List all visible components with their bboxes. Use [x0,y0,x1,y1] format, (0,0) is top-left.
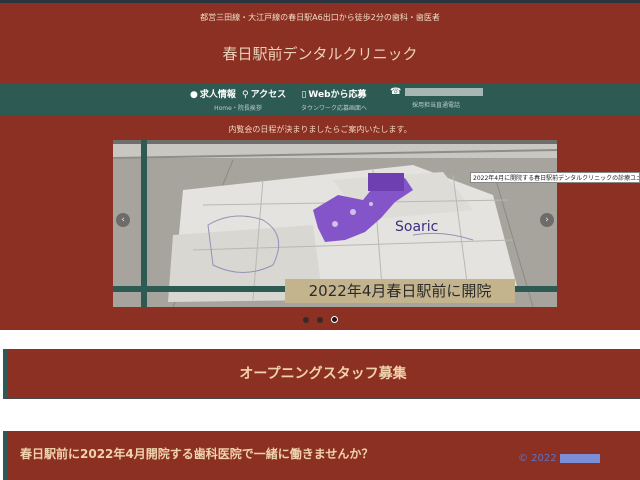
map-pin-icon: ⚲ [242,90,249,100]
site-tagline: 都営三田線・大江戸線の春日駅A6出口から徒歩2分の歯科・歯医者 [200,13,440,22]
nav-item-phone[interactable]: ☎ 採用担当直通電話 [390,87,484,113]
notice-text: 内覧会の日程が決まりましたらご案内いたします。 [228,125,412,134]
site-title[interactable]: 春日駅前デンタルクリニック [0,43,640,64]
slide-caption: 2022年4月春日駅前に開院 [285,279,515,303]
nav-apply-label[interactable]: Webから応募 [308,90,366,100]
phone-icon: ☎ [390,87,402,97]
carousel-next-button[interactable]: › [540,213,554,227]
person-icon: ● [190,90,198,100]
floor-plan-brand-text: Soaric [395,219,438,235]
carousel-dot-2[interactable] [316,317,323,323]
copyright-text[interactable]: © 2022 [518,453,557,464]
nav-apply-sub: タウンワーク応募画面へ [300,105,367,112]
recruit-heading: オープニングスタッフ募集 [239,366,407,382]
nav-phone-sub: 採用担当直通電話 [411,102,460,109]
copyright-owner-redacted [559,453,600,463]
chevron-right-icon: › [545,215,549,225]
image-tooltip: 2022年4月に開院する春日駅前デンタルクリニックの診療ユニット配置図 [470,172,640,183]
nav-item-web-apply[interactable]: ▯ Webから応募 タウンワーク応募画面へ [295,87,373,113]
tablet-icon: ▯ [301,90,307,100]
nav-recruit-sub: Home・院長挨拶 [214,105,262,112]
recruit-section: オープニングスタッフ募集 [3,349,640,399]
chevron-left-icon: ‹ [121,215,125,225]
site-header: 都営三田線・大江戸線の春日駅A6出口から徒歩2分の歯科・歯医者 春日駅前デンタル… [0,3,640,83]
carousel-dot-3[interactable] [330,316,338,323]
nav-item-recruit-access[interactable]: ● 求人情報 ⚲ アクセス Home・院長挨拶 [190,87,286,113]
nav-access-label[interactable]: アクセス [251,90,287,100]
nav-recruit-label[interactable]: 求人情報 [200,90,236,100]
carousel-dot-1[interactable] [302,317,309,323]
main-nav: ● 求人情報 ⚲ アクセス Home・院長挨拶 ▯ Webから応募 タウンワーク応募画… [0,83,640,115]
carousel-indicators [0,316,640,323]
invite-heading: 春日駅前に2022年4月開院する歯科医院で一緒に働きませんか？ [20,447,374,461]
phone-number-redacted[interactable] [405,87,484,96]
copyright-link[interactable]: © 2022 [518,453,600,464]
carousel-prev-button[interactable]: ‹ [116,213,130,227]
